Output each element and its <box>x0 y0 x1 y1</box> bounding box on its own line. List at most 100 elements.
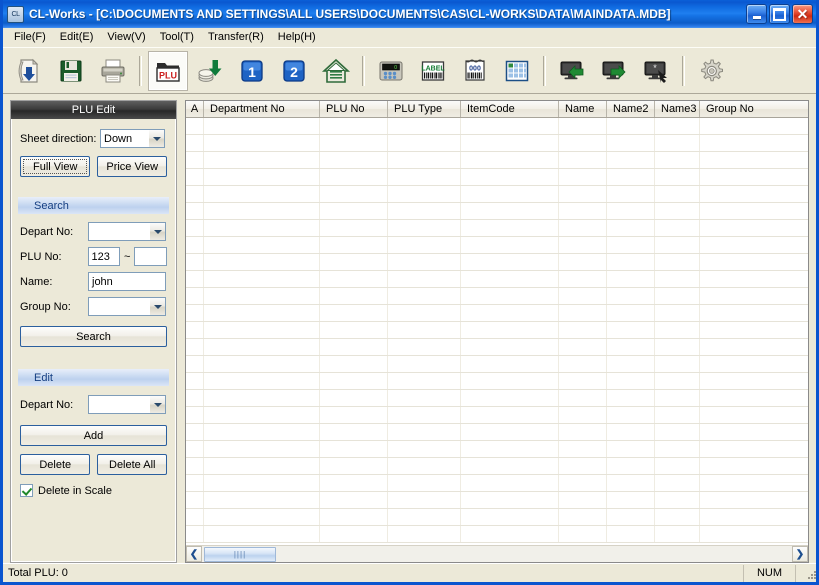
table-cell[interactable] <box>388 373 461 389</box>
table-cell[interactable] <box>388 424 461 440</box>
table-cell[interactable] <box>461 475 559 491</box>
table-cell[interactable] <box>204 441 320 457</box>
table-cell[interactable] <box>607 356 655 372</box>
search-button[interactable]: Search <box>20 326 167 347</box>
table-cell[interactable] <box>320 441 388 457</box>
resize-grip[interactable] <box>796 565 816 582</box>
table-cell[interactable] <box>607 509 655 525</box>
delete-button[interactable]: Delete <box>20 454 91 475</box>
table-cell[interactable] <box>607 220 655 236</box>
table-cell[interactable] <box>559 390 607 406</box>
table-cell[interactable] <box>320 356 388 372</box>
table-cell[interactable] <box>700 339 808 355</box>
table-cell[interactable] <box>186 407 204 423</box>
table-row[interactable] <box>186 322 808 339</box>
table-cell[interactable] <box>186 288 204 304</box>
table-cell[interactable] <box>388 152 461 168</box>
table-cell[interactable] <box>186 339 204 355</box>
table-cell[interactable] <box>607 322 655 338</box>
table-cell[interactable] <box>655 390 700 406</box>
table-cell[interactable] <box>461 526 559 542</box>
table-cell[interactable] <box>388 509 461 525</box>
table-cell[interactable] <box>320 186 388 202</box>
chevron-down-icon[interactable] <box>149 396 165 413</box>
price-view-button[interactable]: Price View <box>97 156 167 177</box>
table-cell[interactable] <box>204 271 320 287</box>
table-cell[interactable] <box>700 492 808 508</box>
table-cell[interactable] <box>700 509 808 525</box>
table-cell[interactable] <box>607 271 655 287</box>
table-cell[interactable] <box>204 339 320 355</box>
table-cell[interactable] <box>204 322 320 338</box>
table-cell[interactable] <box>461 118 559 134</box>
table-cell[interactable] <box>186 237 204 253</box>
table-cell[interactable] <box>607 118 655 134</box>
table-cell[interactable] <box>559 339 607 355</box>
table-cell[interactable] <box>559 237 607 253</box>
table-row[interactable] <box>186 169 808 186</box>
table-cell[interactable] <box>186 152 204 168</box>
table-cell[interactable] <box>700 390 808 406</box>
table-cell[interactable] <box>204 135 320 151</box>
table-cell[interactable] <box>655 441 700 457</box>
table-cell[interactable] <box>700 203 808 219</box>
table-cell[interactable] <box>700 288 808 304</box>
grid-body[interactable] <box>186 118 808 545</box>
table-cell[interactable] <box>461 492 559 508</box>
table-cell[interactable] <box>607 152 655 168</box>
table-cell[interactable] <box>320 373 388 389</box>
table-cell[interactable] <box>186 509 204 525</box>
table-cell[interactable] <box>461 203 559 219</box>
table-cell[interactable] <box>204 526 320 542</box>
table-cell[interactable] <box>388 458 461 474</box>
scroll-right-button[interactable]: ❯ <box>792 546 808 562</box>
table-cell[interactable] <box>655 237 700 253</box>
scroll-track[interactable] <box>276 546 792 562</box>
table-cell[interactable] <box>607 475 655 491</box>
table-cell[interactable] <box>461 271 559 287</box>
grid-column-header[interactable]: Department No <box>204 101 320 117</box>
table-cell[interactable] <box>607 169 655 185</box>
table-cell[interactable] <box>607 186 655 202</box>
delete-all-button[interactable]: Delete All <box>97 454 167 475</box>
table-cell[interactable] <box>559 118 607 134</box>
table-cell[interactable] <box>700 254 808 270</box>
table-cell[interactable] <box>186 254 204 270</box>
table-cell[interactable] <box>607 492 655 508</box>
table-row[interactable] <box>186 220 808 237</box>
table-cell[interactable] <box>320 169 388 185</box>
table-cell[interactable] <box>186 356 204 372</box>
table-cell[interactable] <box>186 271 204 287</box>
table-cell[interactable] <box>700 305 808 321</box>
table-cell[interactable] <box>655 322 700 338</box>
table-cell[interactable] <box>186 220 204 236</box>
table-cell[interactable] <box>320 254 388 270</box>
grid-column-header[interactable]: Name2 <box>607 101 655 117</box>
table-cell[interactable] <box>700 237 808 253</box>
table-cell[interactable] <box>700 458 808 474</box>
toolbar-plu-button[interactable]: PLU <box>148 50 188 91</box>
table-row[interactable] <box>186 373 808 390</box>
table-cell[interactable] <box>186 186 204 202</box>
table-cell[interactable] <box>607 254 655 270</box>
table-cell[interactable] <box>320 237 388 253</box>
table-cell[interactable] <box>388 475 461 491</box>
table-cell[interactable] <box>186 305 204 321</box>
grid-column-header[interactable]: A <box>186 101 204 117</box>
table-cell[interactable] <box>559 356 607 372</box>
table-cell[interactable] <box>607 305 655 321</box>
table-cell[interactable] <box>388 118 461 134</box>
table-cell[interactable] <box>204 254 320 270</box>
table-cell[interactable] <box>655 254 700 270</box>
table-cell[interactable] <box>559 220 607 236</box>
toolbar-receipt-button[interactable]: 000 <box>455 51 495 91</box>
table-cell[interactable] <box>204 373 320 389</box>
table-row[interactable] <box>186 305 808 322</box>
table-cell[interactable] <box>388 169 461 185</box>
scroll-left-button[interactable]: ❮ <box>186 546 202 562</box>
table-cell[interactable] <box>388 390 461 406</box>
table-cell[interactable] <box>607 424 655 440</box>
table-cell[interactable] <box>461 254 559 270</box>
table-cell[interactable] <box>204 186 320 202</box>
table-cell[interactable] <box>320 407 388 423</box>
